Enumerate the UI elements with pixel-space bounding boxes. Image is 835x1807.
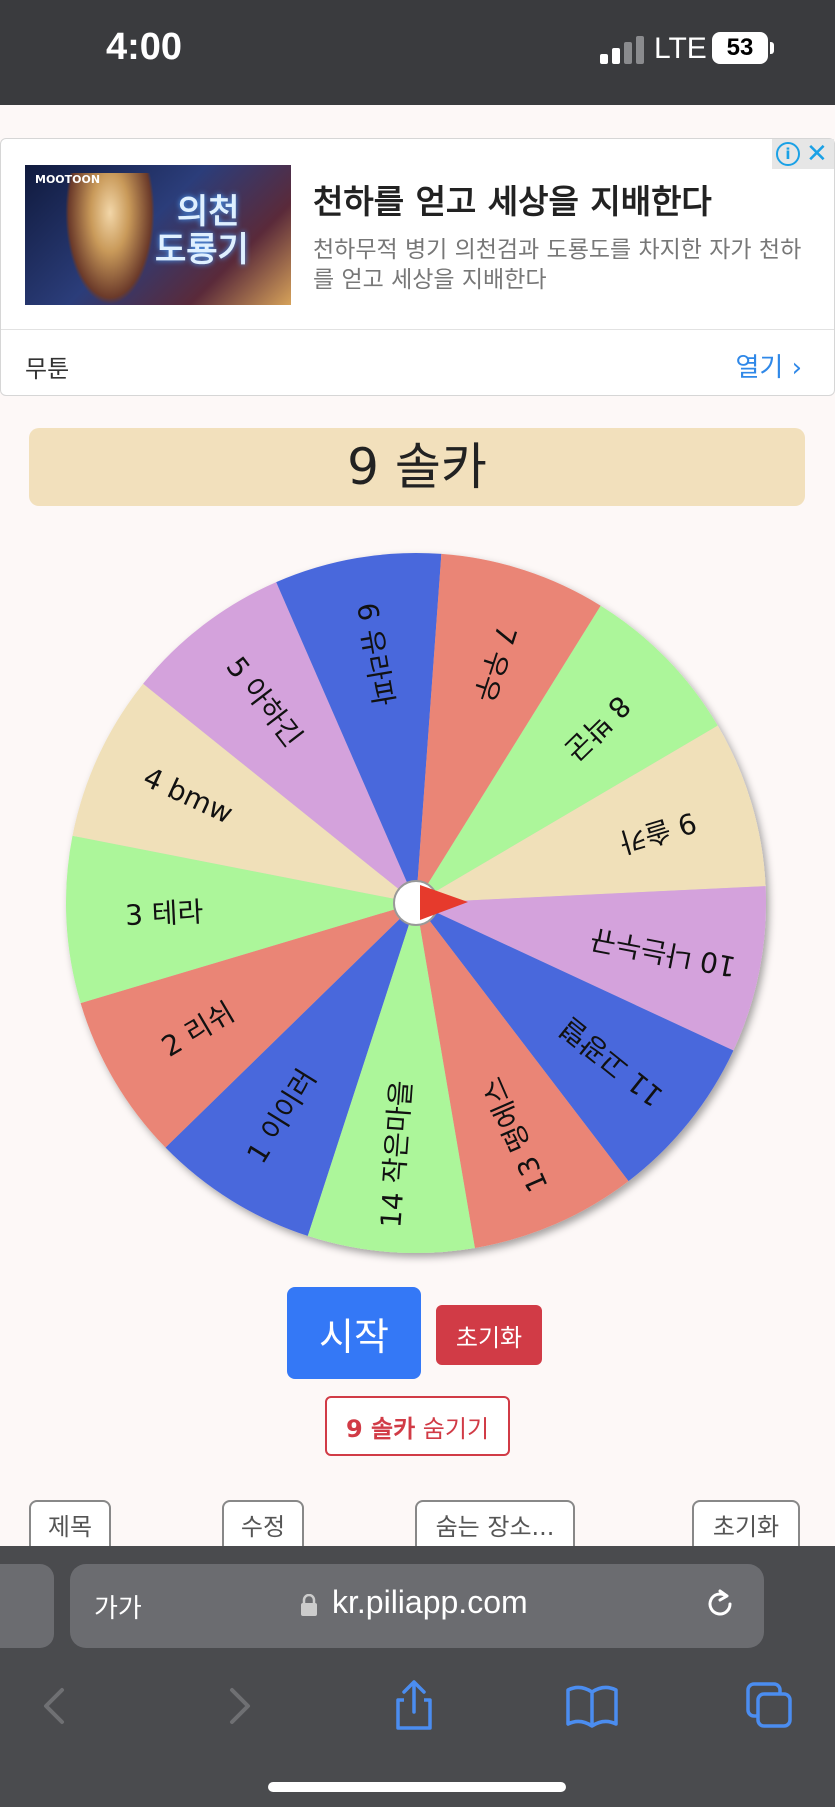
ad-divider bbox=[1, 329, 834, 330]
ad-banner[interactable]: MOOTOON 의천 도룡기 천하를 얻고 세상을 지배한다 천하무적 병기 의… bbox=[0, 138, 835, 396]
home-indicator bbox=[268, 1782, 566, 1792]
previous-tab-stub[interactable] bbox=[0, 1564, 54, 1648]
hide-winner-name: 9 솔카 bbox=[345, 1414, 416, 1443]
ad-controls: i ✕ bbox=[772, 139, 834, 169]
reload-icon[interactable] bbox=[702, 1586, 738, 1622]
network-type: LTE bbox=[654, 32, 707, 65]
tabs-icon[interactable] bbox=[740, 1676, 800, 1736]
url-text: kr.piliapp.com bbox=[332, 1584, 528, 1620]
ad-character-art bbox=[65, 173, 155, 305]
start-button[interactable]: 시작 bbox=[287, 1287, 421, 1379]
wheel-svg[interactable]: 1 이이러2 리쉬3 테라4 bmw5 아하긴 6 유라파 7 우우8 박군9 솔카… bbox=[48, 540, 788, 1280]
wheel-segment-label: 3 테라 bbox=[124, 895, 204, 932]
browser-toolbar: 가가 kr.piliapp.com bbox=[0, 1546, 835, 1807]
ad-image-logo: MOOTOON bbox=[35, 173, 101, 186]
reader-settings-button[interactable]: 가가 bbox=[94, 1588, 142, 1625]
ad-info-icon[interactable]: i bbox=[776, 142, 800, 166]
reset-button[interactable]: 초기화 bbox=[436, 1305, 542, 1365]
ad-open-link[interactable]: 열기 › bbox=[735, 347, 802, 384]
ad-image[interactable]: MOOTOON 의천 도룡기 bbox=[25, 165, 291, 305]
share-icon[interactable] bbox=[384, 1676, 444, 1736]
back-icon[interactable] bbox=[26, 1676, 86, 1736]
status-bar: 4:00 LTE 53 bbox=[0, 0, 835, 105]
ad-image-title: 의천 도룡기 bbox=[155, 193, 249, 269]
spin-wheel[interactable]: 1 이이러 2 리쉬 3 테라 4 bmw 5 아하긴 6 유라파 7 우우 8 박군 9 솔카… bbox=[48, 540, 788, 1280]
ad-image-title-line2: 도룡기 bbox=[155, 230, 249, 270]
ad-image-title-line1: 의천 bbox=[177, 192, 240, 232]
ad-brand: 무툰 bbox=[25, 355, 70, 383]
battery-icon: 53 bbox=[712, 32, 768, 64]
hide-winner-button[interactable]: 9 솔카 숨기기 bbox=[325, 1396, 510, 1456]
address-bar[interactable]: 가가 kr.piliapp.com bbox=[70, 1564, 764, 1648]
lock-icon bbox=[301, 1594, 317, 1616]
status-time: 4:00 bbox=[106, 26, 183, 68]
bookmarks-icon[interactable] bbox=[562, 1676, 622, 1736]
forward-icon[interactable] bbox=[208, 1676, 268, 1736]
battery-nub bbox=[770, 42, 774, 54]
ad-description: 천하무적 병기 의천검과 도룡도를 차지한 자가 천하를 얻고 세상을 지배한다 bbox=[313, 237, 802, 293]
hide-winner-suffix: 숨기기 bbox=[415, 1414, 490, 1443]
result-banner: 9 솔카 bbox=[29, 428, 805, 506]
signal-icon bbox=[600, 36, 644, 64]
browser-nav-row bbox=[0, 1676, 835, 1756]
ad-title[interactable]: 천하를 얻고 세상을 지배한다 bbox=[313, 175, 712, 223]
options-tabs: 제목 수정 숨는 장소... 초기화 bbox=[0, 1500, 835, 1556]
ad-close-icon[interactable]: ✕ bbox=[806, 139, 828, 169]
